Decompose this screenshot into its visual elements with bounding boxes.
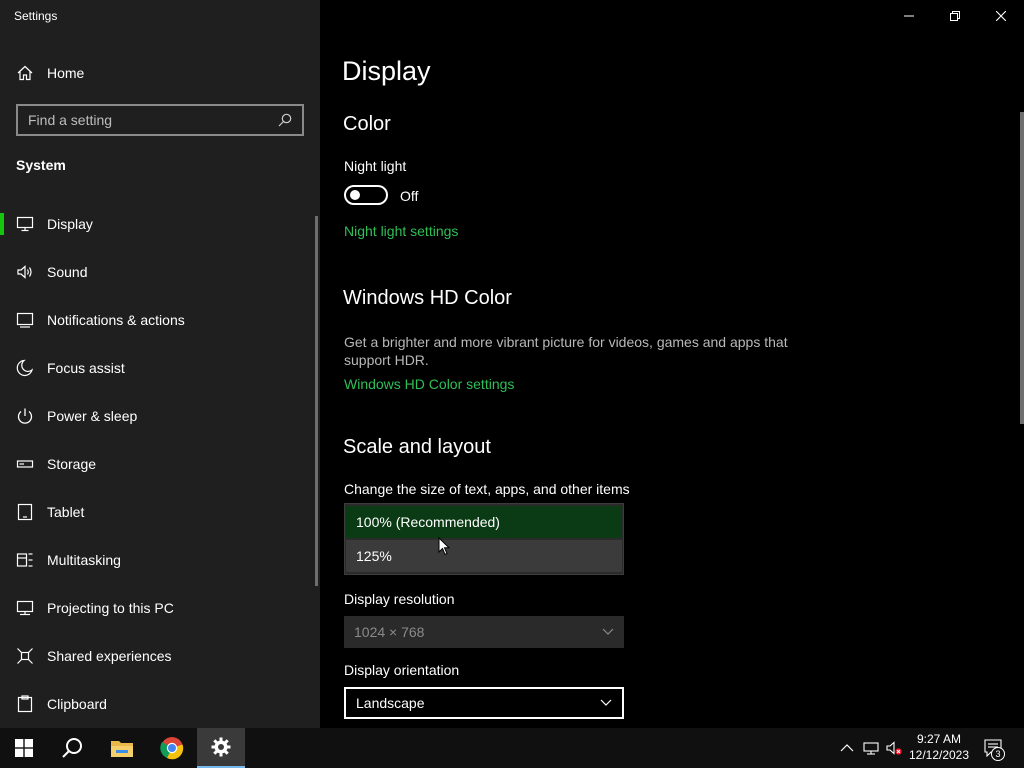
tablet-icon (17, 503, 33, 521)
restore-icon (950, 11, 960, 21)
file-explorer-button[interactable] (98, 728, 146, 768)
orientation-value: Landscape (356, 695, 425, 711)
sidebar-item-projecting[interactable]: Projecting to this PC (0, 584, 316, 632)
mouse-cursor-icon (438, 537, 451, 556)
network-icon[interactable] (863, 740, 879, 756)
orientation-label: Display orientation (344, 662, 460, 678)
minimize-button[interactable] (886, 0, 932, 32)
hdr-description: Get a brighter and more vibrant picture … (344, 334, 788, 368)
taskbar: 9:27 AM 12/12/2023 (0, 728, 1024, 768)
projecting-icon (16, 600, 34, 616)
chevron-down-icon (602, 628, 614, 635)
scale-option-100[interactable]: 100% (Recommended) (346, 506, 622, 538)
home-nav-item[interactable]: Home (0, 58, 320, 88)
sidebar-nav: Display Sound Notifications & actions Fo… (0, 200, 316, 728)
notification-count-badge: 3 (991, 747, 1005, 761)
chevron-down-icon (600, 699, 612, 706)
clock-time: 9:27 AM (916, 732, 962, 746)
sidebar: Settings Home System Display Sound (0, 0, 320, 728)
main-content: Display Color Night light Off Night ligh… (320, 0, 1024, 728)
sidebar-item-label: Display (47, 216, 93, 232)
power-icon (17, 408, 33, 424)
sidebar-item-label: Sound (47, 264, 88, 280)
resolution-select[interactable]: 1024 × 768 (344, 616, 624, 648)
chrome-icon (160, 737, 184, 760)
search-icon[interactable] (278, 113, 292, 127)
close-icon (996, 11, 1006, 21)
sidebar-item-label: Focus assist (47, 360, 125, 376)
sidebar-scrollbar[interactable] (315, 216, 318, 586)
sidebar-item-power-sleep[interactable]: Power & sleep (0, 392, 316, 440)
chrome-button[interactable] (148, 728, 196, 768)
taskbar-clock[interactable]: 9:27 AM 12/12/2023 (904, 731, 974, 763)
sidebar-item-label: Power & sleep (47, 408, 138, 424)
minimize-icon (904, 15, 914, 17)
taskbar-search-button[interactable] (48, 728, 96, 768)
sidebar-item-label: Tablet (47, 504, 85, 520)
scale-size-label: Change the size of text, apps, and other… (344, 481, 630, 497)
window-controls (886, 0, 1024, 32)
sidebar-item-notifications[interactable]: Notifications & actions (0, 296, 316, 344)
sidebar-item-label: Notifications & actions (47, 312, 185, 328)
resolution-value: 1024 × 768 (354, 624, 425, 640)
resolution-label: Display resolution (344, 591, 455, 607)
home-label: Home (47, 65, 85, 81)
sidebar-item-sound[interactable]: Sound (0, 248, 316, 296)
settings-button[interactable] (197, 728, 245, 768)
sidebar-item-storage[interactable]: Storage (0, 440, 316, 488)
close-button[interactable] (978, 0, 1024, 32)
file-explorer-icon (111, 741, 133, 757)
hdr-heading: Windows HD Color (343, 287, 512, 309)
scale-option-125[interactable]: 125% (346, 540, 622, 572)
speaker-icon (17, 265, 32, 279)
clipboard-icon (17, 695, 33, 713)
chevron-up-icon[interactable] (839, 740, 855, 756)
sidebar-item-clipboard[interactable]: Clipboard (0, 680, 316, 728)
sidebar-item-label: Projecting to this PC (47, 600, 174, 616)
search-box[interactable] (16, 104, 304, 136)
sidebar-item-focus-assist[interactable]: Focus assist (0, 344, 316, 392)
sidebar-item-shared-experiences[interactable]: Shared experiences (0, 632, 316, 680)
search-input[interactable] (18, 112, 278, 128)
sidebar-item-tablet[interactable]: Tablet (0, 488, 316, 536)
clock-date: 12/12/2023 (908, 748, 970, 762)
night-light-toggle[interactable] (344, 185, 388, 205)
settings-icon (211, 737, 231, 757)
restore-button[interactable] (932, 0, 978, 32)
sidebar-item-multitasking[interactable]: Multitasking (0, 536, 316, 584)
night-light-label: Night light (344, 158, 407, 174)
monitor-icon (16, 216, 34, 232)
notification-icon (16, 312, 34, 328)
multitasking-icon (16, 553, 33, 567)
storage-icon (16, 460, 34, 468)
scale-heading: Scale and layout (343, 436, 491, 458)
sidebar-item-display[interactable]: Display (0, 200, 316, 248)
hdr-settings-link[interactable]: Windows HD Color settings (344, 376, 514, 392)
scale-dropdown-list[interactable]: 100% (Recommended) 125% (344, 503, 624, 575)
sidebar-item-label: Clipboard (47, 696, 107, 712)
sidebar-item-label: Multitasking (47, 552, 121, 568)
start-button[interactable] (0, 728, 48, 768)
orientation-select[interactable]: Landscape (344, 687, 624, 719)
color-heading: Color (343, 113, 391, 135)
search-icon (62, 738, 82, 758)
volume-muted-icon[interactable] (886, 740, 902, 756)
sidebar-item-label: Shared experiences (47, 648, 172, 664)
home-icon (17, 65, 33, 81)
shared-icon (17, 648, 33, 664)
start-icon (15, 739, 33, 757)
night-light-state: Off (400, 188, 419, 204)
moon-icon (16, 359, 34, 376)
page-title: Display (342, 56, 431, 86)
toggle-knob (350, 190, 360, 200)
sidebar-item-label: Storage (47, 456, 97, 472)
main-scrollbar[interactable] (1020, 112, 1024, 424)
section-heading-system: System (16, 157, 66, 173)
app-title: Settings (14, 9, 58, 23)
night-light-settings-link[interactable]: Night light settings (344, 223, 458, 239)
